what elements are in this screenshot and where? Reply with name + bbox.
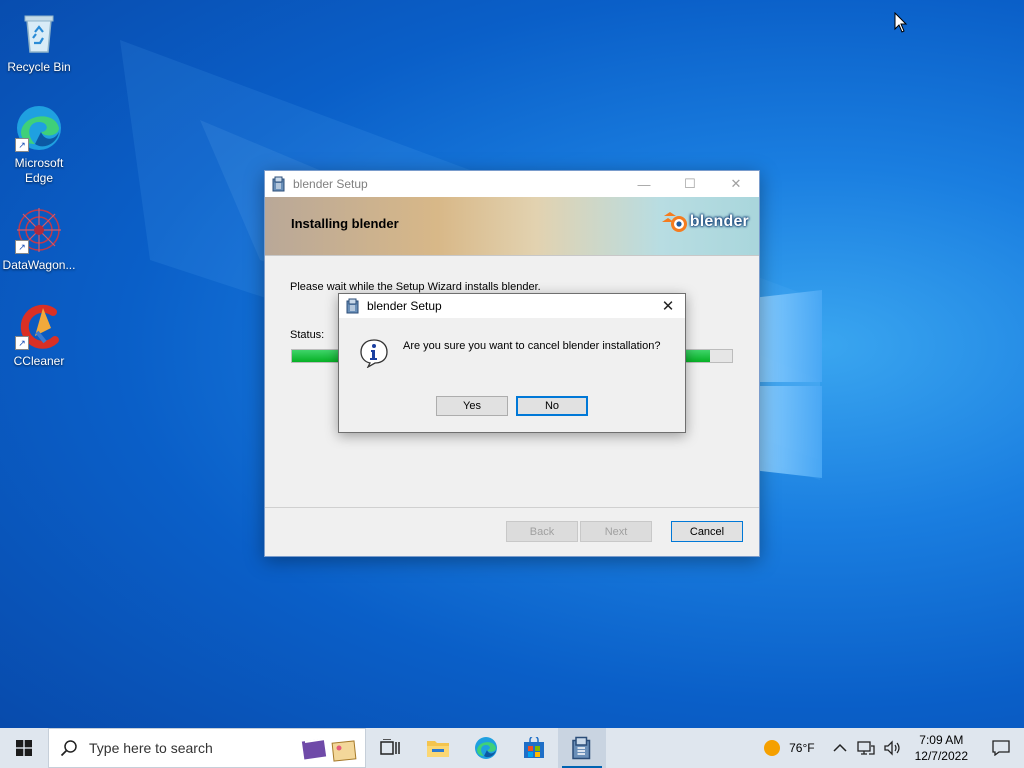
desktop-icon-label: CCleaner [13,354,65,368]
desktop-icon-recycle-bin[interactable]: Recycle Bin [0,8,78,75]
task-view-button[interactable] [366,728,414,768]
dialog-title: blender Setup [367,299,442,313]
mouse-cursor-icon [894,12,908,33]
ccleaner-icon: ↗ [15,302,63,350]
blender-logo-text: blender [689,213,749,230]
setup-titlebar[interactable]: blender Setup — ☐ ✕ [265,171,759,197]
desktop-icon-label: Microsoft Edge [14,156,64,185]
taskbar-search-box[interactable]: Type here to search [48,728,366,768]
info-icon [360,339,388,368]
shortcut-arrow-icon: ↗ [15,336,29,350]
store-icon [524,737,544,758]
system-tray: 76°F 7:09 AM 12/7/2022 [751,728,1024,768]
windows-wallpaper-logo [758,290,824,480]
volume-icon[interactable] [883,740,901,756]
desktop-icon-datawagon[interactable]: ↗ DataWagon... [0,206,78,273]
file-explorer-button[interactable] [414,728,462,768]
blender-logo: blender [661,210,749,234]
desktop-icon-label: DataWagon... [2,258,76,272]
sun-icon [764,740,781,756]
cancel-confirmation-dialog: blender Setup ✕ Are you sure you want to… [338,293,686,433]
shortcut-arrow-icon: ↗ [15,138,29,152]
blender-setup-icon [572,736,591,760]
dialog-message: Are you sure you want to cancel blender … [403,340,661,352]
close-button[interactable]: ✕ [713,171,759,197]
edge-icon: ↗ [15,104,63,152]
recycle-bin-icon [15,8,63,56]
blender-setup-taskbar-button[interactable] [558,728,606,768]
yes-button[interactable]: Yes [436,396,508,416]
minimize-button[interactable]: — [621,171,667,197]
install-wait-text: Please wait while the Setup Wizard insta… [290,281,541,293]
banner-title: Installing blender [291,216,399,231]
status-label: Status: [290,329,325,341]
taskbar: Type here to search 76°F 7:09 AM 12/7/20… [0,728,1024,768]
edge-icon [475,737,497,759]
setup-banner: Installing blender blender [265,197,759,256]
divider [265,507,759,508]
next-button[interactable]: Next [580,521,652,542]
network-icon[interactable] [856,740,875,756]
task-view-icon [380,739,400,755]
edge-taskbar-button[interactable] [462,728,510,768]
store-taskbar-button[interactable] [510,728,558,768]
dialog-titlebar[interactable]: blender Setup ✕ [339,294,685,318]
installer-icon [272,176,285,192]
weather-widget[interactable]: 76°F [751,739,826,757]
desktop-icon-edge[interactable]: ↗ Microsoft Edge [0,104,78,186]
back-button[interactable]: Back [506,521,578,542]
datawagon-icon: ↗ [15,206,63,254]
installer-icon [346,298,359,314]
notification-icon [992,740,1010,756]
notifications-button[interactable] [978,728,1024,768]
windows-start-icon [16,740,32,756]
maximize-button[interactable]: ☐ [667,171,713,197]
dialog-close-button[interactable]: ✕ [651,294,685,318]
blender-logo-icon [661,212,687,232]
desktop-icon-label: Recycle Bin [7,60,71,74]
setup-window-title: blender Setup [293,177,368,191]
weather-temperature: 76°F [789,741,815,755]
cancel-button[interactable]: Cancel [671,521,743,542]
search-placeholder: Type here to search [89,740,213,756]
search-highlight-icon [301,738,357,762]
shortcut-arrow-icon: ↗ [15,240,29,254]
chevron-up-icon[interactable] [833,743,847,753]
start-button[interactable] [0,728,48,768]
clock[interactable]: 7:09 AM 12/7/2022 [905,732,978,764]
desktop-icon-ccleaner[interactable]: ↗ CCleaner [0,302,78,369]
no-button[interactable]: No [516,396,588,416]
search-icon [60,740,77,757]
file-explorer-icon [427,741,449,757]
clock-time: 7:09 AM [919,733,964,747]
clock-date: 12/7/2022 [914,749,968,763]
